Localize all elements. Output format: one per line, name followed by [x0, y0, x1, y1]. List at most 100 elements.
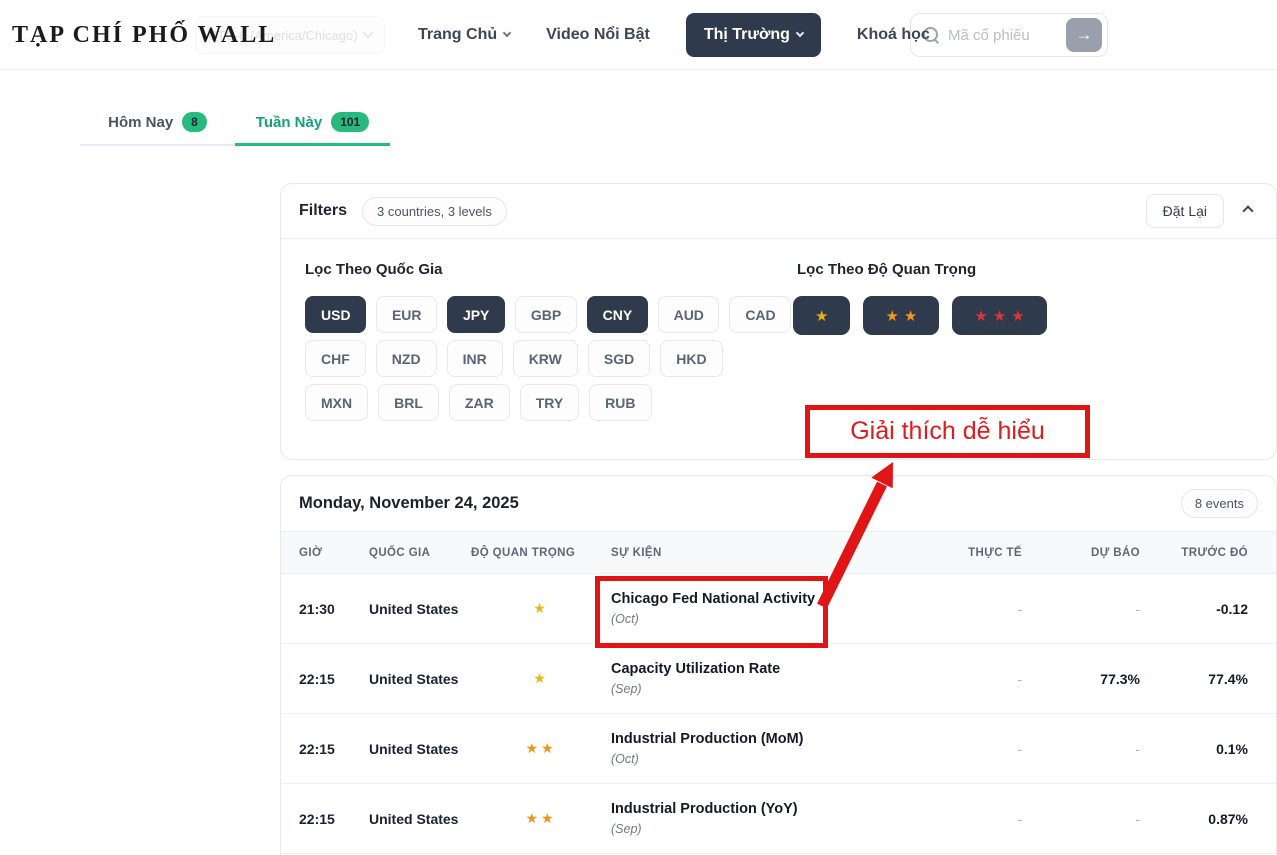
event-name: Industrial Production (MoM)	[611, 731, 912, 747]
event-name: Capacity Utilization Rate	[611, 661, 912, 677]
importance-stars: ★	[471, 600, 611, 617]
column-header-actual: THỰC TẾ	[912, 547, 1022, 559]
event-period: (Sep)	[611, 822, 912, 836]
event-period: (Oct)	[611, 612, 912, 626]
table-row[interactable]: 22:15 United States ★★ Industrial Produc…	[281, 784, 1276, 854]
nav-label: Trang Chủ	[418, 26, 497, 44]
previous-value: 0.87%	[1140, 811, 1258, 827]
tab-this-week[interactable]: Tuần Này 101	[235, 100, 390, 144]
calendar-tabs: Hôm Nay 8 Tuần Này 101	[80, 100, 390, 146]
event-cell[interactable]: Capacity Utilization Rate (Sep)	[611, 661, 912, 696]
currency-button-chf[interactable]: CHF	[305, 340, 366, 377]
top-header: UTC-6 (America/Chicago) TẠP CHÍ PHỐ WALL…	[0, 0, 1277, 70]
previous-value: -0.12	[1140, 601, 1258, 617]
event-cell[interactable]: Industrial Production (MoM) (Oct)	[611, 731, 912, 766]
tab-today-count-badge: 8	[182, 112, 207, 132]
calendar-date-header: Monday, November 24, 2025 8 events	[281, 476, 1276, 531]
nav-item-featured-videos[interactable]: Video Nổi Bật	[546, 26, 650, 44]
importance-button-2-stars[interactable]: ★★	[863, 296, 939, 335]
currency-button-krw[interactable]: KRW	[513, 340, 578, 377]
reset-filters-button[interactable]: Đặt Lại	[1146, 194, 1224, 228]
annotation-callout-box: Giải thích dễ hiểu	[805, 405, 1090, 458]
chevron-down-icon	[796, 29, 804, 37]
event-country: United States	[369, 811, 471, 827]
nav-item-markets-active[interactable]: Thị Trường	[686, 13, 821, 57]
tab-label: Tuần Này	[256, 114, 322, 131]
calendar-date: Monday, November 24, 2025	[299, 494, 519, 513]
event-period: (Sep)	[611, 682, 912, 696]
nav-label: Thị Trường	[704, 26, 790, 44]
currency-button-jpy[interactable]: JPY	[447, 296, 505, 333]
column-header-time: GIỜ	[299, 547, 369, 559]
actual-value: -	[912, 671, 1022, 687]
calendar-column-headers: GIỜ QUỐC GIA ĐỘ QUAN TRỌNG SỰ KIỆN THỰC …	[281, 531, 1276, 574]
importance-stars: ★★	[471, 740, 611, 757]
search-submit-button[interactable]: →	[1066, 18, 1102, 52]
country-filter-section: Lọc Theo Quốc Gia USD EUR JPY GBP CNY AU…	[299, 257, 791, 428]
importance-button-1-star[interactable]: ★	[793, 296, 850, 335]
importance-filter-section: Lọc Theo Độ Quan Trọng ★ ★★ ★★★	[791, 257, 1258, 428]
chevron-down-icon	[362, 27, 373, 38]
site-logo[interactable]: TẠP CHÍ PHỐ WALL	[12, 0, 276, 70]
nav-label: Khoá học	[857, 26, 930, 44]
table-row[interactable]: 21:30 United States ★ Chicago Fed Nation…	[281, 574, 1276, 644]
filters-summary-pill: 3 countries, 3 levels	[362, 197, 507, 226]
actual-value: -	[912, 811, 1022, 827]
forecast-value: -	[1022, 811, 1140, 827]
currency-button-gbp[interactable]: GBP	[515, 296, 577, 333]
chevron-up-icon	[1242, 205, 1253, 216]
forecast-value: -	[1022, 601, 1140, 617]
event-country: United States	[369, 741, 471, 757]
importance-stars: ★★	[471, 810, 611, 827]
event-time: 22:15	[299, 811, 369, 827]
chevron-down-icon	[503, 29, 511, 37]
currency-button-eur[interactable]: EUR	[376, 296, 437, 333]
previous-value: 0.1%	[1140, 741, 1258, 757]
currency-button-try[interactable]: TRY	[520, 384, 579, 421]
event-time: 21:30	[299, 601, 369, 617]
currency-button-rub[interactable]: RUB	[589, 384, 651, 421]
nav-item-home[interactable]: Trang Chủ	[418, 26, 510, 44]
currency-button-hkd[interactable]: HKD	[660, 340, 722, 377]
column-header-forecast: DỰ BÁO	[1022, 547, 1140, 559]
filters-card: Filters 3 countries, 3 levels Đặt Lại Lọ…	[280, 183, 1277, 460]
currency-button-zar[interactable]: ZAR	[449, 384, 510, 421]
importance-filter-title: Lọc Theo Độ Quan Trọng	[797, 261, 1258, 278]
event-country: United States	[369, 601, 471, 617]
event-period: (Oct)	[611, 752, 912, 766]
event-name: Industrial Production (YoY)	[611, 801, 912, 817]
event-country: United States	[369, 671, 471, 687]
country-filter-title: Lọc Theo Quốc Gia	[305, 261, 791, 278]
currency-button-brl[interactable]: BRL	[378, 384, 439, 421]
nav-item-courses[interactable]: Khoá học	[857, 26, 930, 44]
nav-label: Video Nổi Bật	[546, 26, 650, 44]
actual-value: -	[912, 741, 1022, 757]
currency-button-cad[interactable]: CAD	[729, 296, 791, 333]
table-row[interactable]: 22:15 United States ★ Capacity Utilizati…	[281, 644, 1276, 714]
tab-week-count-badge: 101	[331, 112, 369, 132]
currency-button-inr[interactable]: INR	[447, 340, 503, 377]
importance-button-3-stars[interactable]: ★★★	[952, 296, 1046, 335]
currency-row-1: USD EUR JPY GBP CNY AUD CAD	[305, 296, 791, 333]
tab-today[interactable]: Hôm Nay 8	[80, 100, 235, 144]
currency-row-2: CHF NZD INR KRW SGD HKD	[305, 340, 791, 377]
currency-button-cny[interactable]: CNY	[587, 296, 648, 333]
stock-search-box[interactable]: Mã cổ phiếu →	[910, 13, 1108, 57]
currency-button-usd[interactable]: USD	[305, 296, 366, 333]
search-input[interactable]: Mã cổ phiếu	[948, 27, 1066, 44]
forecast-value: -	[1022, 741, 1140, 757]
currency-button-nzd[interactable]: NZD	[376, 340, 437, 377]
currency-button-aud[interactable]: AUD	[658, 296, 720, 333]
event-cell[interactable]: Chicago Fed National Activity (Oct)	[611, 591, 912, 626]
event-cell[interactable]: Industrial Production (YoY) (Sep)	[611, 801, 912, 836]
filters-body: Lọc Theo Quốc Gia USD EUR JPY GBP CNY AU…	[281, 239, 1276, 446]
collapse-filters-button[interactable]	[1244, 202, 1252, 220]
currency-button-sgd[interactable]: SGD	[588, 340, 650, 377]
importance-buttons: ★ ★★ ★★★	[793, 296, 1258, 335]
economic-calendar-card: Monday, November 24, 2025 8 events GIỜ Q…	[280, 475, 1277, 855]
actual-value: -	[912, 601, 1022, 617]
table-row[interactable]: 22:15 United States ★★ Industrial Produc…	[281, 714, 1276, 784]
currency-button-mxn[interactable]: MXN	[305, 384, 368, 421]
filters-title: Filters	[299, 202, 347, 220]
main-nav: Trang Chủ Video Nổi Bật Thị Trường Khoá …	[418, 13, 930, 57]
